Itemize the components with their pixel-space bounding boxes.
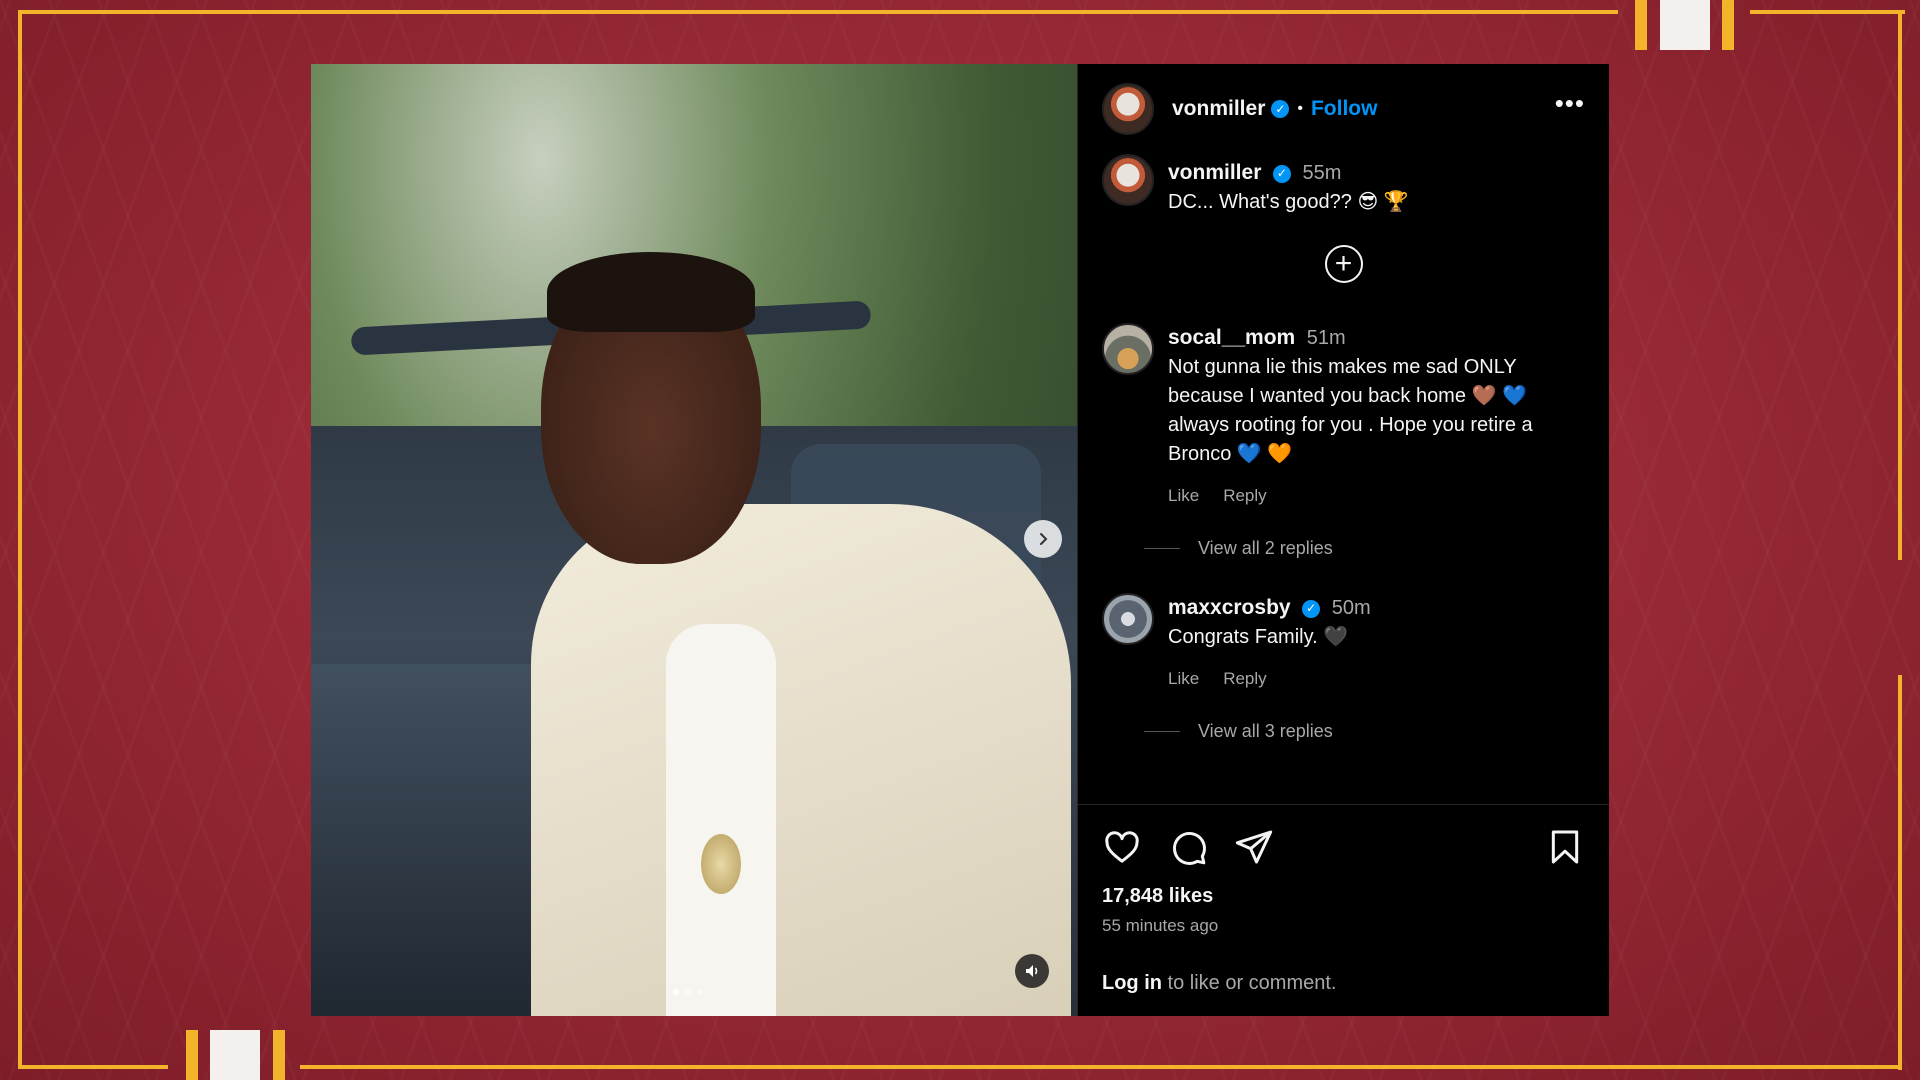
comment-time: 50m: [1331, 597, 1371, 619]
paper-plane-icon[interactable]: [1234, 827, 1274, 867]
more-options-icon[interactable]: •••: [1555, 90, 1585, 120]
author-username[interactable]: vonmiller: [1172, 97, 1265, 121]
caption-avatar[interactable]: [1102, 154, 1154, 206]
verified-badge-icon: ✓: [1271, 99, 1290, 118]
person-hair: [547, 252, 755, 332]
commenter-avatar[interactable]: [1102, 323, 1154, 375]
comment-like-button[interactable]: Like: [1168, 481, 1199, 510]
instagram-post: vonmiller ✓ • Follow ••• vonmiller ✓ 55m…: [311, 64, 1609, 1016]
verified-badge-icon: ✓: [1272, 164, 1291, 183]
post-side-panel: vonmiller ✓ • Follow ••• vonmiller ✓ 55m…: [1077, 64, 1609, 1016]
login-prompt-text: to like or comment.: [1161, 972, 1337, 994]
view-replies-label: View all 2 replies: [1198, 538, 1333, 558]
replies-divider: [1144, 548, 1180, 549]
frame-left: [18, 10, 22, 1065]
comment-item: socal__mom 51m Not gunna lie this makes …: [1078, 323, 1609, 510]
comment-text: Congrats Family. 🖤: [1168, 626, 1349, 648]
login-prompt: Log in to like or comment.: [1102, 972, 1337, 995]
heart-icon[interactable]: [1102, 827, 1142, 867]
audio-toggle-button[interactable]: [1015, 954, 1049, 988]
comment-bubble-icon[interactable]: [1168, 827, 1208, 867]
caption: vonmiller ✓ 55m DC... What's good?? 😎 🏆: [1078, 154, 1609, 217]
view-replies-label: View all 3 replies: [1198, 721, 1333, 741]
frame-block-bottom: [210, 1030, 260, 1080]
carousel-dot: [685, 989, 691, 995]
frame-accent-bottom-b: [273, 1030, 285, 1080]
commenter-avatar[interactable]: [1102, 593, 1154, 645]
plus-icon: +: [1334, 247, 1353, 280]
speaker-icon: [1026, 965, 1038, 977]
comment-time: 51m: [1306, 327, 1346, 349]
frame-top-right: [1750, 10, 1905, 14]
frame-accent-bottom-a: [186, 1030, 198, 1080]
bookmark-icon[interactable]: [1545, 827, 1585, 867]
post-actions: 17,848 likes 55 minutes ago: [1078, 804, 1609, 936]
login-link[interactable]: Log in: [1102, 972, 1162, 994]
follow-button[interactable]: Follow: [1311, 97, 1378, 121]
carousel-dot: [673, 989, 679, 995]
author-avatar[interactable]: [1102, 82, 1154, 135]
comment-item: maxxcrosby ✓ 50m Congrats Family. 🖤 Like…: [1078, 593, 1609, 693]
view-replies-button[interactable]: View all 3 replies: [1144, 721, 1609, 742]
post-time: 55 minutes ago: [1102, 916, 1219, 935]
chevron-right-icon: [1040, 533, 1048, 545]
frame-bottom-right: [300, 1065, 1902, 1069]
next-media-button[interactable]: [1024, 520, 1062, 558]
frame-block-top: [1660, 0, 1710, 50]
replies-divider: [1144, 731, 1180, 732]
jeep-door: [311, 664, 561, 1016]
frame-accent-top-a: [1635, 0, 1647, 50]
person-undershirt: [666, 624, 776, 1016]
comment-like-button[interactable]: Like: [1168, 664, 1199, 693]
carousel-dot: [697, 989, 703, 995]
commenter-username[interactable]: maxxcrosby: [1168, 596, 1291, 619]
frame-right-upper: [1898, 10, 1902, 560]
verified-badge-icon: ✓: [1302, 599, 1321, 618]
caption-text: DC... What's good?? 😎 🏆: [1168, 191, 1409, 213]
frame-right-lower: [1898, 675, 1902, 1070]
commenter-username[interactable]: socal__mom: [1168, 326, 1295, 349]
post-header: vonmiller ✓ • Follow •••: [1078, 64, 1609, 154]
caption-time: 55m: [1302, 162, 1342, 184]
comment-reply-button[interactable]: Reply: [1223, 481, 1266, 510]
frame-bottom-left: [18, 1065, 168, 1069]
chain-pendant: [701, 834, 741, 894]
like-count[interactable]: 17,848 likes: [1102, 885, 1585, 908]
separator-dot: •: [1297, 99, 1303, 117]
caption-username[interactable]: vonmiller: [1168, 161, 1261, 184]
frame-accent-top-b: [1722, 0, 1734, 50]
comment-text: Not gunna lie this makes me sad ONLY bec…: [1168, 356, 1533, 465]
comment-reply-button[interactable]: Reply: [1223, 664, 1266, 693]
frame-top-left: [18, 10, 1618, 14]
carousel-dots: [673, 989, 703, 995]
person-shirt: [531, 504, 1071, 1016]
post-video[interactable]: [311, 64, 1077, 1016]
load-more-comments-button[interactable]: +: [1324, 245, 1363, 283]
view-replies-button[interactable]: View all 2 replies: [1144, 538, 1609, 559]
